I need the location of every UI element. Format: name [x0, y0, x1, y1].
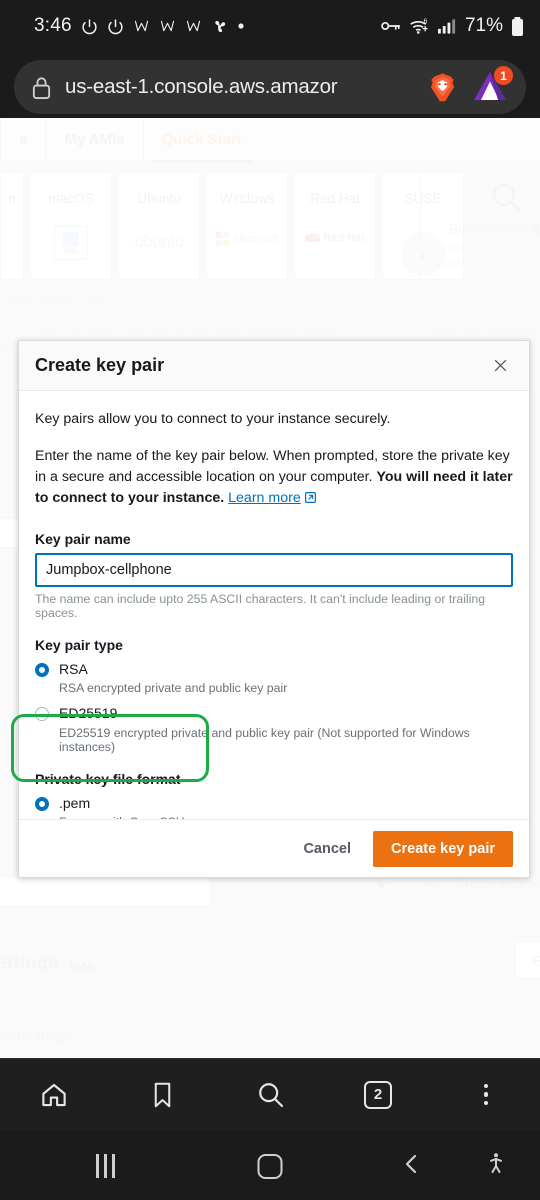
radio-rsa-label: RSA	[59, 660, 88, 677]
close-icon[interactable]	[487, 353, 513, 379]
modal-header: Create key pair	[19, 341, 529, 391]
wifi-6-icon: 6	[409, 17, 430, 35]
private-key-format-label: Private key file format	[35, 770, 181, 787]
phone-screen: 3:46 6 71% us-east-1.console.aws.amazor …	[0, 0, 540, 1200]
w-icon	[159, 18, 176, 34]
radio-ed25519-label: ED25519	[59, 705, 118, 721]
modal-intro-text: Key pairs allow you to connect to your i…	[35, 411, 391, 427]
svg-text:6: 6	[423, 18, 427, 25]
radio-pem-label: .pem	[59, 794, 91, 811]
create-key-pair-modal: Create key pair Key pairs allow you to c…	[11, 340, 530, 878]
tab-counter-button[interactable]: 2	[342, 1071, 414, 1119]
rewards-badge: 1	[494, 66, 513, 85]
cancel-button[interactable]: Cancel	[297, 833, 357, 865]
back-chevron-icon[interactable]	[400, 1151, 424, 1182]
dot-icon	[237, 22, 245, 30]
create-key-pair-button[interactable]: Create key pair	[373, 830, 513, 867]
lock-icon	[30, 75, 53, 100]
status-bar-left: 3:46	[16, 15, 380, 37]
radio-pem[interactable]	[35, 796, 49, 811]
radio-option-rsa[interactable]: RSA	[35, 661, 513, 679]
radio-option-ed25519[interactable]: ED25519	[35, 705, 513, 723]
home-square-icon[interactable]	[257, 1153, 283, 1179]
status-bar: 3:46 6 71%	[0, 0, 540, 52]
key-pair-type-label: Key pair type	[35, 636, 123, 653]
key-pair-name-label: Key pair name	[35, 530, 131, 547]
modal-title: Create key pair	[35, 355, 165, 375]
modal-body: Key pairs allow you to connect to your i…	[19, 391, 529, 819]
battery-icon	[511, 16, 524, 36]
external-link-icon[interactable]	[304, 490, 317, 511]
cellular-signal-icon	[437, 18, 457, 34]
radio-rsa-desc: RSA encrypted private and public key pai…	[59, 681, 288, 695]
key-pair-name-input[interactable]	[35, 552, 513, 587]
browser-bottom-toolbar: 2	[0, 1058, 540, 1130]
w-icon	[185, 18, 202, 34]
browser-url-bar[interactable]: us-east-1.console.aws.amazor 1	[14, 60, 526, 114]
radio-ed25519-desc: ED25519 encrypted private and public key…	[59, 725, 470, 754]
vpn-key-icon	[380, 18, 401, 34]
learn-more-link[interactable]: Learn more	[228, 490, 301, 506]
modal-footer: Cancel Create key pair	[19, 819, 529, 877]
brave-lion-icon[interactable]	[427, 72, 458, 103]
w-icon	[133, 18, 150, 34]
recents-icon[interactable]	[96, 1154, 115, 1178]
battery-percent: 71%	[464, 15, 503, 36]
url-text: us-east-1.console.aws.amazor	[65, 75, 338, 98]
android-navigation-bar	[0, 1132, 540, 1200]
status-bar-right: 6 71%	[380, 15, 524, 37]
brave-rewards-triangle-icon[interactable]: 1	[470, 66, 513, 105]
power-icon	[107, 18, 124, 35]
bookmark-icon[interactable]	[126, 1071, 198, 1119]
home-icon[interactable]	[18, 1071, 90, 1119]
more-vertical-icon[interactable]	[450, 1071, 522, 1119]
tab-count-label: 2	[364, 1080, 392, 1109]
radio-rsa[interactable]	[35, 662, 49, 677]
browser-url-bar-container: us-east-1.console.aws.amazor 1	[0, 56, 540, 118]
fan-icon	[211, 18, 228, 35]
status-bar-clock: 3:46	[34, 15, 72, 36]
accessibility-icon[interactable]	[484, 1151, 508, 1182]
key-pair-name-hint: The name can include upto 255 ASCII char…	[35, 591, 486, 620]
modal-instructions: Enter the name of the key pair below. Wh…	[35, 446, 513, 511]
power-icon	[81, 18, 98, 35]
radio-ed25519[interactable]	[35, 707, 49, 721]
search-icon[interactable]	[234, 1071, 306, 1119]
radio-option-pem[interactable]: .pem	[35, 795, 513, 813]
